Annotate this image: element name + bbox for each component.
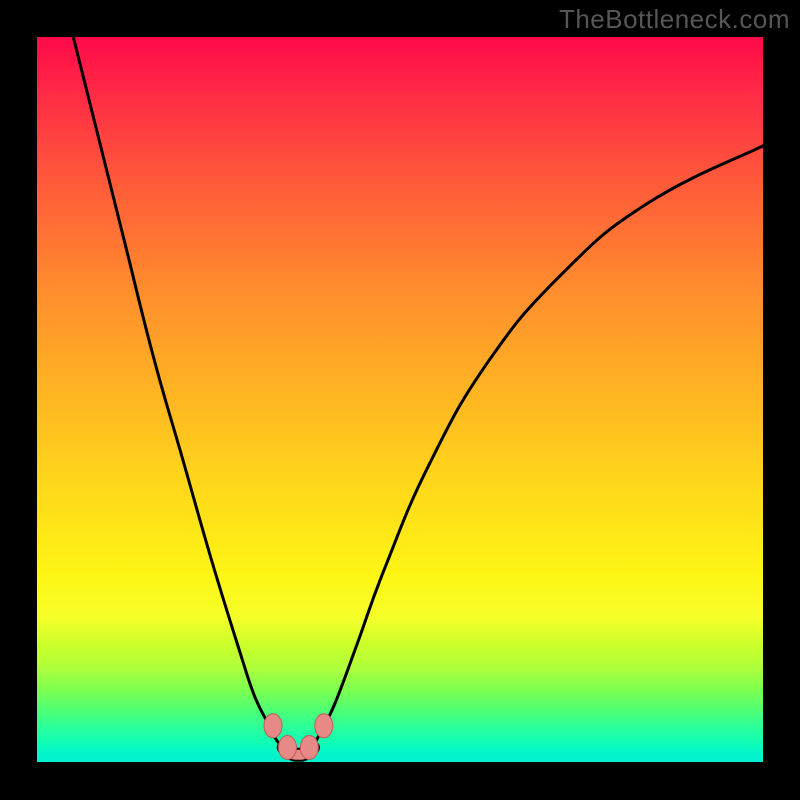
marker-m2: [279, 736, 297, 760]
marker-m1: [264, 714, 282, 738]
chart-frame: TheBottleneck.com: [0, 0, 800, 800]
curve-layer: [37, 37, 763, 762]
series-right-branch: [313, 146, 763, 748]
plot-area: [37, 37, 763, 762]
marker-m3: [300, 736, 318, 760]
watermark-text: TheBottleneck.com: [559, 4, 790, 35]
series-left-branch: [73, 37, 283, 748]
marker-m4: [315, 714, 333, 738]
curves-group: [73, 37, 763, 755]
